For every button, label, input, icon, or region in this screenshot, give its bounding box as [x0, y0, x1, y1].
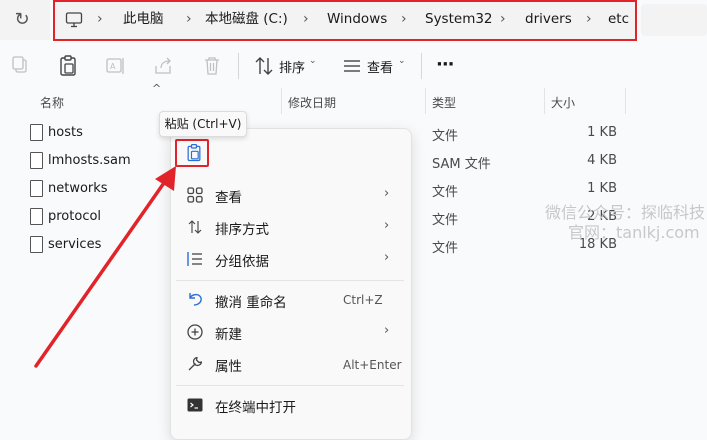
annotation-arrow [34, 166, 176, 368]
